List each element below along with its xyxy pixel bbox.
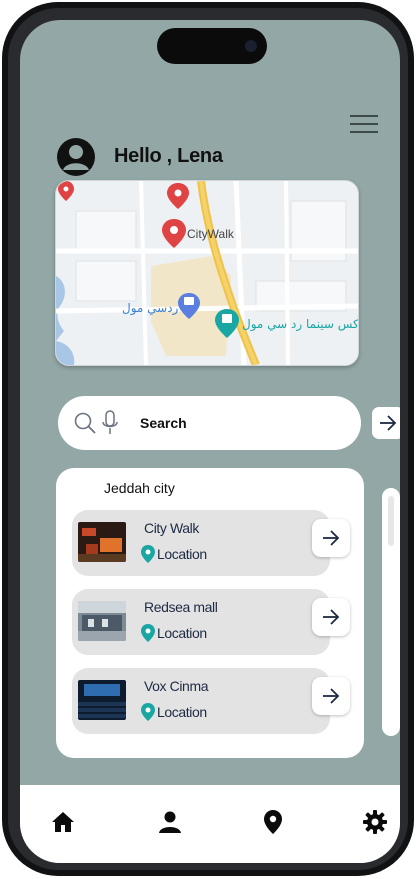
map-view[interactable]: CityWalk ردسي مول كس سينما رد سي مول	[55, 180, 359, 366]
place-title: City Walk	[144, 520, 199, 536]
search-submit-button[interactable]	[372, 407, 400, 439]
place-location[interactable]: Location	[140, 702, 207, 722]
search-bar[interactable]: Search	[58, 396, 361, 450]
location-pin-icon[interactable]	[260, 809, 286, 835]
avatar-icon[interactable]	[57, 138, 95, 176]
map-label-citywalk: CityWalk	[187, 227, 234, 241]
place-location[interactable]: Location	[140, 623, 207, 643]
search-icon[interactable]	[74, 412, 96, 434]
microphone-icon[interactable]	[102, 410, 118, 436]
city-heading: Jeddah city	[104, 480, 175, 496]
search-input[interactable]: Search	[140, 415, 187, 431]
person-icon[interactable]	[157, 809, 183, 835]
place-thumbnail	[78, 680, 126, 720]
home-icon[interactable]	[50, 809, 76, 835]
gear-icon[interactable]	[362, 809, 388, 835]
place-card-redsea[interactable]: Redsea mall Location	[72, 589, 350, 655]
place-title: Redsea mall	[144, 599, 218, 615]
open-place-button[interactable]	[312, 519, 350, 557]
place-card-vox[interactable]: Vox Cinma Location	[72, 668, 350, 734]
camera-icon	[245, 40, 257, 52]
arrow-right-icon	[380, 415, 397, 431]
bottom-navigation	[20, 785, 400, 863]
place-card-citywalk[interactable]: City Walk Location	[72, 510, 350, 576]
place-title: Vox Cinma	[144, 678, 209, 694]
map-label-redsea: ردسي مول	[122, 301, 179, 315]
location-label: Location	[157, 625, 207, 641]
map-label-cinema: كس سينما رد سي مول	[242, 317, 359, 331]
location-pin-icon	[141, 545, 155, 563]
open-place-button[interactable]	[312, 677, 350, 715]
arrow-right-icon	[323, 530, 340, 546]
place-thumbnail	[78, 522, 126, 562]
hamburger-menu-icon[interactable]	[350, 115, 378, 137]
scrollbar-thumb[interactable]	[388, 496, 394, 546]
app-screen: Hello , Lena CityWalk ردسي مول كس سينما …	[20, 20, 400, 863]
greeting-text: Hello , Lena	[114, 145, 223, 167]
dynamic-island	[157, 28, 267, 64]
arrow-right-icon	[323, 609, 340, 625]
list-scrollbar[interactable]	[382, 488, 400, 736]
location-pin-icon	[141, 624, 155, 642]
places-panel: Jeddah city City Walk Location Redsea ma…	[56, 468, 364, 758]
location-pin-icon	[141, 703, 155, 721]
open-place-button[interactable]	[312, 598, 350, 636]
place-thumbnail	[78, 601, 126, 641]
location-label: Location	[157, 546, 207, 562]
location-label: Location	[157, 704, 207, 720]
place-location[interactable]: Location	[140, 544, 207, 564]
arrow-right-icon	[323, 688, 340, 704]
